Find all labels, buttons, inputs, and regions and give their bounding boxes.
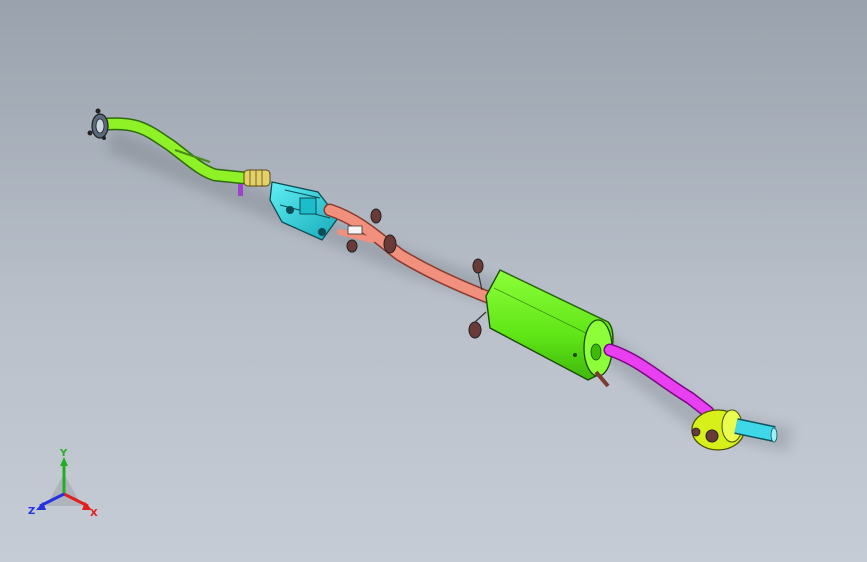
y-axis-label: Y <box>59 448 68 459</box>
main-muffler[interactable] <box>485 269 614 388</box>
z-axis-label: Z <box>28 506 35 517</box>
exhaust-system-model[interactable] <box>0 0 867 562</box>
x-axis-label: X <box>90 508 98 519</box>
front-flange[interactable] <box>87 108 109 141</box>
orientation-triad[interactable]: Y X Z <box>22 448 112 524</box>
graphics-viewport[interactable]: Y X Z <box>0 0 867 562</box>
